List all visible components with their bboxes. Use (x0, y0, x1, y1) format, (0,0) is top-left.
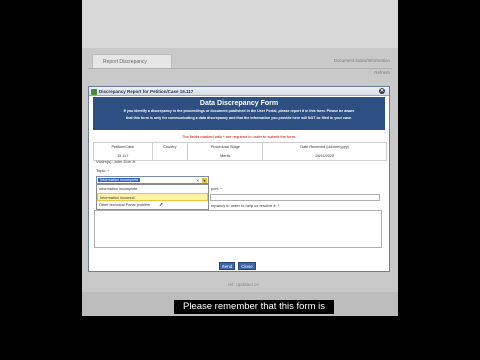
close-button[interactable]: Close (238, 262, 256, 270)
dialog-title: Discrepancy Report for Petition/Case 15.… (99, 89, 194, 94)
form-header: Data Discrepancy Form If you identify a … (93, 97, 385, 130)
report-label: port: * (211, 186, 222, 191)
topic-option-label: Other technical Portal problem (99, 203, 151, 207)
value-country (151, 151, 189, 161)
form-intro-line2: that this form is only for communicating… (125, 116, 353, 120)
close-icon[interactable]: ✕ (379, 88, 385, 94)
report-input[interactable] (210, 194, 380, 201)
header-procedural-stage: Procedural Stage (187, 142, 264, 152)
topic-select[interactable]: Information incomplete × ▾ (96, 176, 209, 184)
send-button[interactable]: Send (219, 262, 235, 270)
value-date-received: 28/11/2020 (262, 151, 387, 161)
mouse-cursor-icon: ➚ (159, 202, 164, 208)
chevron-down-icon[interactable]: ▾ (202, 178, 207, 183)
form-heading: Data Discrepancy Form (199, 100, 279, 107)
dialog-titlebar: Discrepancy Report for Petition/Case 15.… (89, 87, 389, 96)
video-subtitle: Please remember that this form is (174, 300, 334, 314)
updated-text: ref. Updated on (228, 282, 260, 287)
header-petition-case: Petition/Case (93, 142, 153, 152)
form-intro-line1: If you identify a discrepancy in the pro… (123, 109, 355, 113)
refresh-link[interactable]: Refresh (374, 70, 390, 75)
clear-icon[interactable]: × (196, 178, 199, 183)
topic-option-label: Information incorrect (100, 196, 135, 200)
description-textarea[interactable] (94, 210, 382, 248)
background-header (82, 0, 398, 48)
tab-divider (88, 68, 392, 69)
topic-selected-value: Information incomplete (98, 178, 141, 182)
video-frame: Report Discrepancy Document index/Inform… (0, 0, 480, 360)
report-discrepancy-tab[interactable]: Report Discrepancy (92, 54, 172, 68)
topic-option[interactable]: Information incomplete (97, 185, 208, 193)
required-note: The fields marked with * are required in… (181, 134, 297, 139)
case-info-table: Petition/Case Country Procedural Stage D… (93, 142, 387, 161)
topic-dropdown: Information incomplete Information incor… (96, 184, 209, 210)
header-date-received: Date Received (dd/mm/yyyy) (262, 142, 387, 152)
form-icon (91, 88, 97, 95)
victims-label: Victim(s): John Doe Jr. (96, 159, 137, 164)
topic-label: Topic: * (96, 168, 110, 173)
topic-option[interactable]: Information incorrect (97, 193, 208, 201)
topic-option[interactable]: Other technical Portal problem ➚ (97, 201, 208, 209)
header-country: Country (151, 142, 189, 152)
document-index-link[interactable]: Document index/Information (334, 58, 390, 63)
value-procedural-stage: Merits (187, 151, 264, 161)
describe-label: repancy in order to help us resolve it: … (211, 203, 280, 208)
